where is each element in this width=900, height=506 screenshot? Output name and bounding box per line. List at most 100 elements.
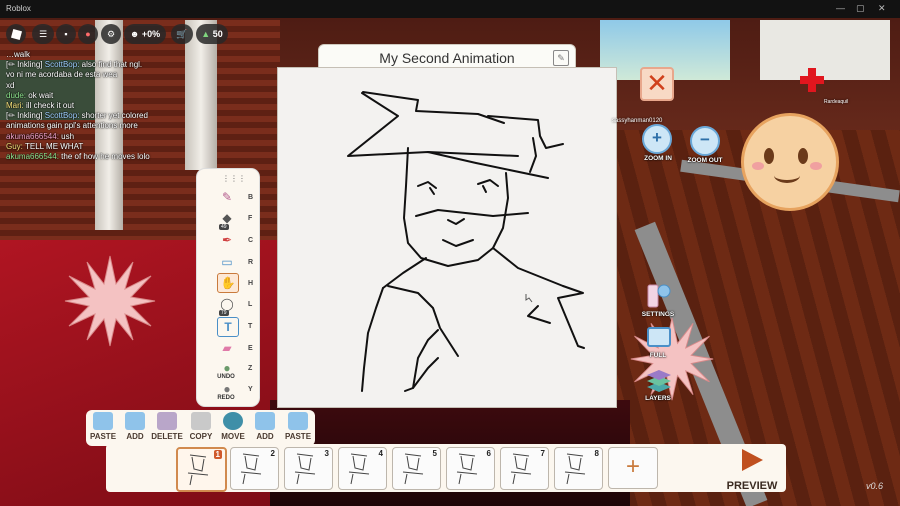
sketch-stroke <box>427 151 549 179</box>
add-after-button[interactable]: ADD <box>248 412 282 446</box>
frame-preview-sketch <box>564 453 586 485</box>
face-blush <box>810 162 822 170</box>
close-window-button[interactable]: ✕ <box>878 3 886 14</box>
zoom-in-button[interactable]: + <box>642 124 672 154</box>
eraser-icon: ▰ <box>222 341 232 355</box>
chat-message: xd <box>6 80 15 90</box>
zoom-out-label: ZOOM OUT <box>687 157 723 164</box>
frame-number: 3 <box>324 449 329 458</box>
hamburger-menu-button[interactable]: ☰ <box>32 24 54 44</box>
zoom-out-button[interactable]: − <box>690 126 720 156</box>
color-picker-icon: ✒ <box>221 233 233 247</box>
layers-button[interactable] <box>645 368 673 394</box>
chat-icon: ▪ <box>64 29 68 39</box>
face-blush <box>752 162 764 170</box>
move-frame-button[interactable]: MOVE <box>216 412 250 446</box>
roblox-logo-icon <box>10 28 22 40</box>
ruler-icon: ▭ <box>221 255 233 269</box>
redo-shortcut: Y <box>248 386 253 393</box>
layers-icon <box>647 370 671 392</box>
redo-label: REDO <box>217 395 235 401</box>
add-before-button[interactable]: ADD <box>118 412 152 446</box>
gear-icon: ⚙ <box>106 28 116 39</box>
frame-thumbnail[interactable]: 3 <box>284 447 333 490</box>
add-frame-button[interactable]: + <box>608 447 658 489</box>
red-cross <box>808 68 816 92</box>
add-frame-icon <box>255 412 275 430</box>
sketch-drawing <box>347 91 585 392</box>
sketch-stroke <box>412 329 439 389</box>
frame-number: 6 <box>486 449 491 458</box>
minimize-button[interactable]: — <box>836 3 845 13</box>
zoom-in-label: ZOOM IN <box>644 155 672 162</box>
plus-icon: + <box>625 453 640 480</box>
frame-thumbnail[interactable]: 8 <box>554 447 603 490</box>
chat-message: dude: ok wait <box>6 90 54 100</box>
layers-label: LAYERS <box>645 395 671 402</box>
chat-message: akuma666544: ush <box>6 131 75 141</box>
sketch-stroke <box>387 285 459 357</box>
text-tool[interactable]: T <box>217 317 239 337</box>
delete-frame-button[interactable]: DELETE <box>150 412 184 446</box>
lasso-icon: ◯ <box>220 297 234 311</box>
move-icon <box>223 412 243 430</box>
fullscreen-button[interactable] <box>646 326 674 352</box>
play-icon <box>742 449 763 471</box>
sketch-stroke <box>442 239 474 247</box>
frame-thumbnail[interactable]: 6 <box>446 447 495 490</box>
paste-before-button[interactable]: PASTE <box>86 412 120 446</box>
drawing-canvas[interactable] <box>277 67 617 408</box>
premium-button[interactable]: ☻ +0% <box>124 24 166 44</box>
maximize-button[interactable]: ▢ <box>856 3 865 14</box>
drag-handle-icon[interactable]: ⋮⋮⋮ <box>222 174 246 183</box>
hand-tool[interactable]: ✋ <box>217 273 239 293</box>
face-eye <box>764 148 774 164</box>
sketch-stroke <box>404 357 439 392</box>
paste-label: PASTE <box>284 432 312 441</box>
starburst-decoration <box>64 255 156 347</box>
robux-button[interactable]: ▲ 50 <box>196 24 228 44</box>
delete-label: DELETE <box>151 432 183 441</box>
face-eye <box>798 148 808 164</box>
paste-after-button[interactable]: PASTE <box>281 412 315 446</box>
chat-message: animations gain ppl's attentions more <box>6 121 138 131</box>
color-picker-tool[interactable]: ✒ <box>217 231 237 249</box>
edit-title-icon[interactable]: ✎ <box>553 50 569 66</box>
sketch-stroke <box>417 181 437 189</box>
frame-thumbnail[interactable]: 1 <box>176 447 227 492</box>
text-icon: T <box>224 320 232 334</box>
zoom-in-icon: + <box>652 128 662 147</box>
shop-button[interactable]: 🛒 <box>171 24 193 44</box>
close-editor-button[interactable]: ✕ <box>640 67 674 101</box>
undo-shortcut: Z <box>248 365 253 372</box>
add-label: ADD <box>126 432 144 441</box>
chat-message: Guy: TELL ME WHAT <box>6 141 84 151</box>
paste-icon <box>288 412 308 430</box>
tool-shortcut: T <box>248 323 253 330</box>
frame-thumbnail[interactable]: 7 <box>500 447 549 490</box>
ruler-tool[interactable]: ▭ <box>217 253 237 271</box>
eraser-tool[interactable]: ▰ <box>217 339 237 357</box>
people-icon: ☻ <box>129 29 140 39</box>
trash-icon <box>157 412 177 430</box>
frame-preview-sketch <box>402 453 424 485</box>
chat-message: akuma666544: the of how he moves lolo <box>6 152 150 162</box>
frame-thumbnail[interactable]: 5 <box>392 447 441 490</box>
settings-button[interactable] <box>644 283 672 309</box>
brush-tool[interactable]: ✎ <box>217 188 237 206</box>
chat-button[interactable]: ▪ <box>56 24 76 44</box>
chat-message: [✏ Inkling] ScottBop: also find that ngl… <box>6 60 143 70</box>
face-mouth <box>774 168 800 183</box>
preview-button[interactable]: PREVIEW <box>721 447 783 492</box>
sketch-stroke <box>492 247 564 287</box>
roblox-menu-button[interactable] <box>6 24 26 44</box>
brush-icon: ✎ <box>221 190 233 204</box>
frame-thumbnail[interactable]: 2 <box>230 447 279 490</box>
voice-button[interactable]: ● <box>78 24 98 44</box>
tool-shortcut: E <box>248 345 253 352</box>
settings-label: SETTINGS <box>641 311 675 318</box>
copy-frame-button[interactable]: COPY <box>184 412 218 446</box>
sketch-stroke <box>429 185 487 195</box>
settings-button[interactable]: ⚙ <box>101 24 121 44</box>
frame-thumbnail[interactable]: 4 <box>338 447 387 490</box>
